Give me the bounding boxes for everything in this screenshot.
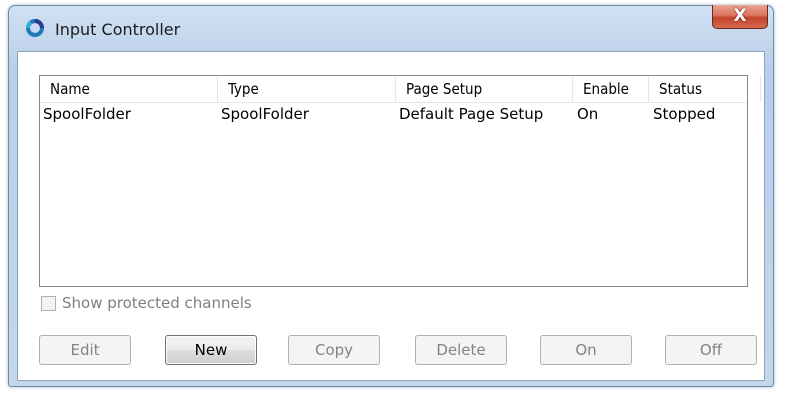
cell-type: SpoolFolder bbox=[221, 105, 309, 123]
window-title: Input Controller bbox=[55, 20, 181, 39]
close-icon: X bbox=[733, 6, 747, 26]
column-header-type[interactable]: Type bbox=[218, 76, 396, 102]
cell-name: SpoolFolder bbox=[43, 105, 131, 123]
column-header-enable[interactable]: Enable bbox=[573, 76, 649, 102]
table-row[interactable]: SpoolFolder SpoolFolder Default Page Set… bbox=[40, 103, 747, 125]
close-button[interactable]: X bbox=[712, 5, 768, 29]
off-button[interactable]: Off bbox=[665, 335, 757, 365]
input-controller-window: Input Controller X Name Type Page Setup … bbox=[8, 5, 774, 387]
column-header-page-setup[interactable]: Page Setup bbox=[396, 76, 573, 102]
delete-button[interactable]: Delete bbox=[415, 335, 507, 365]
show-protected-label: Show protected channels bbox=[62, 294, 252, 312]
app-logo-icon bbox=[26, 19, 44, 37]
cell-page-setup: Default Page Setup bbox=[399, 105, 544, 123]
show-protected-checkbox[interactable] bbox=[41, 296, 56, 311]
title-bar[interactable]: Input Controller X bbox=[9, 5, 773, 52]
column-header-status[interactable]: Status bbox=[649, 76, 761, 102]
on-button[interactable]: On bbox=[540, 335, 632, 365]
copy-button[interactable]: Copy bbox=[288, 335, 380, 365]
new-button[interactable]: New bbox=[165, 335, 257, 365]
list-header: Name Type Page Setup Enable Status bbox=[40, 76, 761, 103]
cell-status: Stopped bbox=[653, 105, 716, 123]
column-header-name[interactable]: Name bbox=[40, 76, 218, 102]
edit-button[interactable]: Edit bbox=[39, 335, 131, 365]
client-area: Name Type Page Setup Enable Status Spool… bbox=[17, 51, 765, 381]
channel-list[interactable]: Name Type Page Setup Enable Status Spool… bbox=[39, 75, 761, 287]
cell-enable: On bbox=[577, 105, 599, 123]
